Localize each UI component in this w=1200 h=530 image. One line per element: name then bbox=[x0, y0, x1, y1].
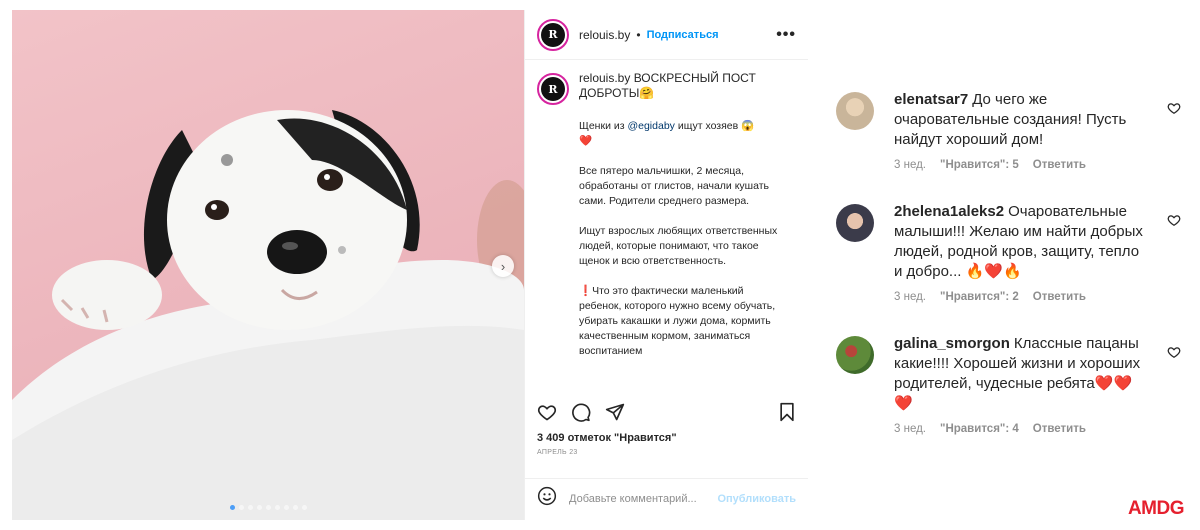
comments-list: elenatsar7 До чего же очаровательные созд… bbox=[836, 90, 1181, 446]
follow-button[interactable]: Подписаться bbox=[647, 29, 719, 41]
reply-button[interactable]: Ответить bbox=[1033, 159, 1086, 171]
comment-item: galina_smorgon Классные пацаны какие!!!! … bbox=[836, 334, 1181, 446]
carousel-dot bbox=[265, 505, 271, 510]
share-icon[interactable] bbox=[605, 402, 625, 427]
mention-link[interactable]: @egidaby bbox=[627, 120, 674, 132]
comment-username[interactable]: galina_smorgon bbox=[894, 335, 1010, 352]
brand-logo: R bbox=[541, 22, 565, 47]
bookmark-icon[interactable] bbox=[778, 402, 796, 427]
avatar[interactable] bbox=[836, 204, 874, 242]
caption-text: Ищут взрослых любящих ответственных люде… bbox=[579, 225, 778, 267]
comment-item: 2helena1aleks2 Очаровательные малыши!!! Ж… bbox=[836, 202, 1181, 334]
comment-age: 3 нед. bbox=[894, 159, 926, 171]
caption-text: Щенки из bbox=[579, 120, 628, 132]
carousel-dot bbox=[283, 505, 289, 510]
heart-icon[interactable] bbox=[537, 402, 557, 427]
emoji-icon[interactable] bbox=[537, 486, 557, 511]
caption-title: relouis.by ВОСКРЕСНЫЙ ПОСТ ДОБРОТЫ🤗 bbox=[579, 71, 769, 105]
carousel-dot bbox=[229, 505, 235, 510]
comment-likes[interactable]: "Нравится": 4 bbox=[940, 423, 1019, 435]
avatar[interactable] bbox=[836, 336, 874, 374]
header-username[interactable]: relouis.by bbox=[579, 28, 630, 42]
comment-likes[interactable]: "Нравится": 2 bbox=[940, 291, 1019, 303]
caption-text: ❗Что это фактически маленький ребенок, к… bbox=[579, 285, 776, 357]
like-comment-icon[interactable] bbox=[1167, 345, 1181, 364]
avatar[interactable]: R bbox=[537, 18, 569, 51]
next-arrow-icon[interactable]: › bbox=[492, 255, 514, 277]
avatar[interactable]: R bbox=[537, 73, 569, 105]
carousel-dot bbox=[247, 505, 253, 510]
carousel-dot bbox=[274, 505, 280, 510]
comment-username[interactable]: elenatsar7 bbox=[894, 91, 968, 108]
watermark-logo: AMDG bbox=[1127, 498, 1185, 519]
like-comment-icon[interactable] bbox=[1167, 101, 1181, 120]
carousel-dot bbox=[238, 505, 244, 510]
caption-text: Все пятеро мальчишки, 2 месяца, обработа… bbox=[579, 165, 769, 207]
carousel-dot bbox=[292, 505, 298, 510]
caption-text: ❤️ bbox=[579, 135, 593, 147]
separator-dot: • bbox=[636, 27, 641, 42]
puppy-image bbox=[12, 110, 524, 520]
caption-body: Щенки из @egidaby ищут хозяев 😱 ❤️ Все п… bbox=[579, 119, 779, 359]
carousel-dot bbox=[301, 505, 307, 510]
carousel-dots bbox=[12, 505, 524, 510]
like-comment-icon[interactable] bbox=[1167, 213, 1181, 232]
comment-bar: Опубликовать bbox=[525, 478, 808, 518]
more-options-icon[interactable]: ••• bbox=[776, 26, 796, 44]
reply-button[interactable]: Ответить bbox=[1033, 291, 1086, 303]
post-date: АПРЕЛЬ 23 bbox=[537, 449, 578, 456]
comment-likes[interactable]: "Нравится": 5 bbox=[940, 159, 1019, 171]
likes-count[interactable]: 3 409 отметок "Нравится" bbox=[537, 432, 677, 444]
caption: R relouis.by ВОСКРЕСНЫЙ ПОСТ ДОБРОТЫ🤗 Ще… bbox=[525, 61, 808, 397]
comment-age: 3 нед. bbox=[894, 423, 926, 435]
comment-input[interactable] bbox=[569, 492, 709, 505]
avatar[interactable] bbox=[836, 92, 874, 130]
caption-text: ищут хозяев 😱 bbox=[674, 120, 755, 132]
comment-icon[interactable] bbox=[571, 402, 591, 427]
publish-button[interactable]: Опубликовать bbox=[717, 493, 796, 505]
comment-item: elenatsar7 До чего же очаровательные созд… bbox=[836, 90, 1181, 202]
caption-username[interactable]: relouis.by bbox=[579, 71, 630, 85]
carousel-dot bbox=[256, 505, 262, 510]
post-panel: R relouis.by • Подписаться ••• R relouis… bbox=[524, 10, 808, 520]
comment-username[interactable]: 2helena1aleks2 bbox=[894, 203, 1004, 220]
post-header: R relouis.by • Подписаться ••• bbox=[525, 10, 808, 60]
brand-logo: R bbox=[541, 77, 565, 101]
post-photo: › bbox=[12, 10, 524, 520]
comment-age: 3 нед. bbox=[894, 291, 926, 303]
reply-button[interactable]: Ответить bbox=[1033, 423, 1086, 435]
action-bar bbox=[537, 402, 796, 426]
